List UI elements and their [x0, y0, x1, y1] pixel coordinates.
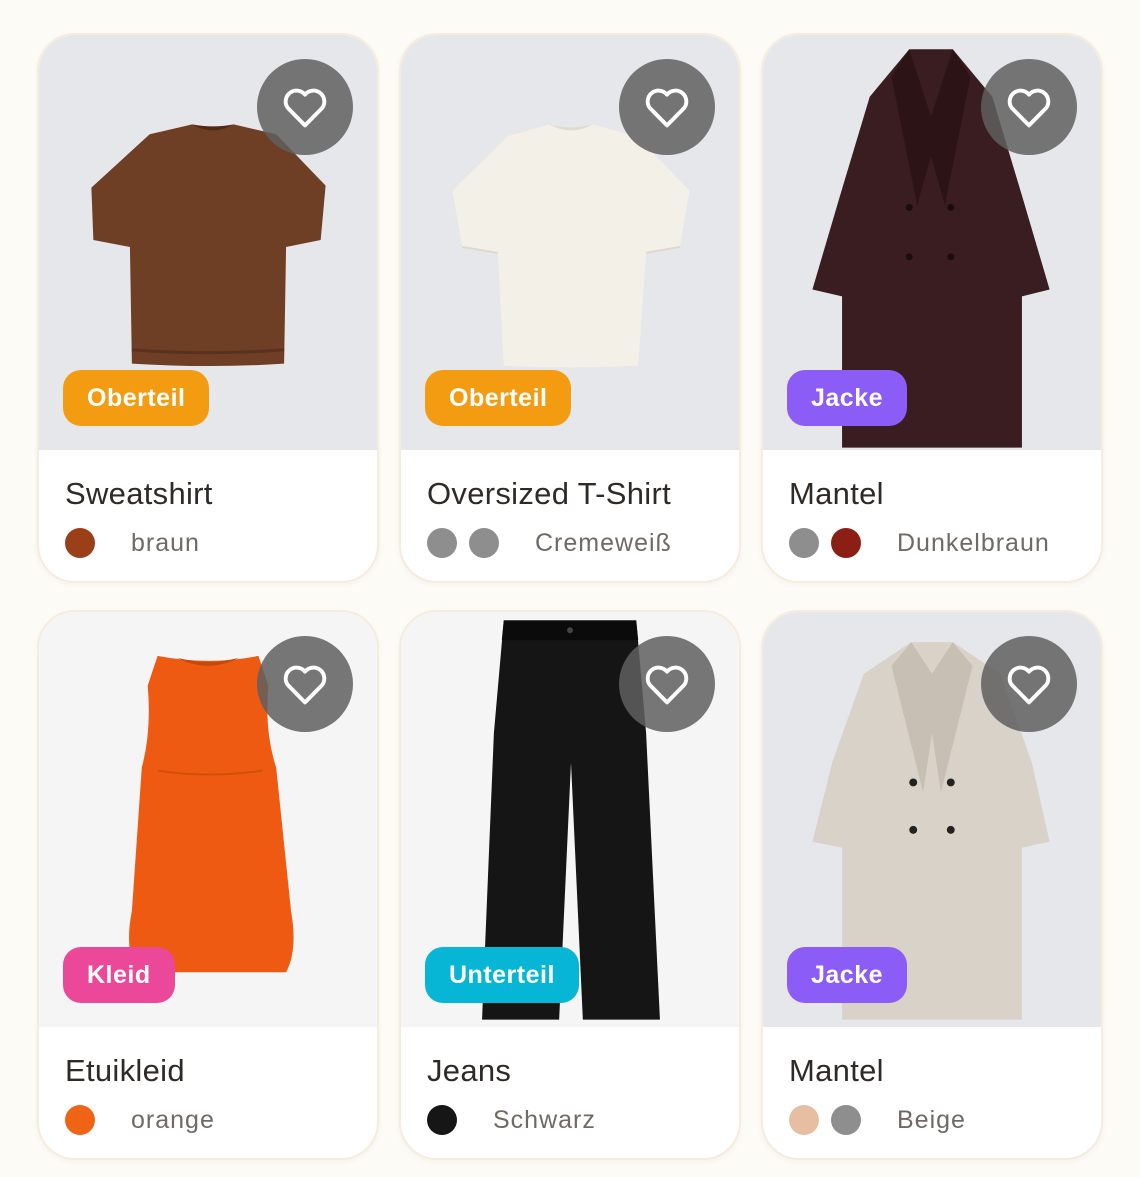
- category-badge: Jacke: [787, 947, 908, 1003]
- item-image: Oberteil: [39, 35, 377, 450]
- category-badge: Oberteil: [425, 370, 572, 426]
- category-badge: Jacke: [787, 370, 908, 426]
- heart-outline-icon: [283, 665, 327, 705]
- heart-outline-icon: [283, 88, 327, 128]
- color-name: orange: [131, 1105, 215, 1134]
- item-card[interactable]: Unterteil Jeans Schwarz: [399, 610, 741, 1160]
- item-image: Oberteil: [401, 35, 739, 450]
- item-card[interactable]: Kleid Etuikleid orange: [37, 610, 379, 1160]
- wardrobe-grid: Oberteil Sweatshirt braun Oberteil Overs…: [37, 33, 1103, 1160]
- color-row: braun: [65, 528, 351, 558]
- color-swatch: [831, 1105, 861, 1135]
- color-name: Cremeweiß: [535, 528, 672, 557]
- color-swatch: [65, 1105, 95, 1135]
- color-name: braun: [131, 528, 200, 557]
- color-swatch: [789, 528, 819, 558]
- color-swatch: [469, 528, 499, 558]
- favorite-button[interactable]: [619, 59, 715, 155]
- heart-outline-icon: [1007, 88, 1051, 128]
- color-swatch: [831, 528, 861, 558]
- heart-outline-icon: [645, 665, 689, 705]
- favorite-button[interactable]: [257, 59, 353, 155]
- category-badge: Unterteil: [425, 947, 579, 1003]
- item-title: Mantel: [789, 476, 884, 511]
- item-title: Oversized T-Shirt: [427, 476, 671, 511]
- color-swatch: [65, 528, 95, 558]
- color-name: Schwarz: [493, 1105, 596, 1134]
- color-swatch: [427, 528, 457, 558]
- item-card[interactable]: Jacke Mantel Beige: [761, 610, 1103, 1160]
- favorite-button[interactable]: [981, 636, 1077, 732]
- item-card[interactable]: Oberteil Oversized T-Shirt Cremeweiß: [399, 33, 741, 583]
- category-badge: Oberteil: [63, 370, 210, 426]
- item-image: Jacke: [763, 612, 1101, 1027]
- color-row: orange: [65, 1105, 351, 1135]
- item-title: Jeans: [427, 1053, 512, 1088]
- heart-outline-icon: [1007, 665, 1051, 705]
- favorite-button[interactable]: [619, 636, 715, 732]
- item-card[interactable]: Jacke Mantel Dunkelbraun: [761, 33, 1103, 583]
- favorite-button[interactable]: [257, 636, 353, 732]
- item-title: Mantel: [789, 1053, 884, 1088]
- item-title: Sweatshirt: [65, 476, 213, 511]
- item-image: Kleid: [39, 612, 377, 1027]
- item-card[interactable]: Oberteil Sweatshirt braun: [37, 33, 379, 583]
- color-swatch: [789, 1105, 819, 1135]
- heart-outline-icon: [645, 88, 689, 128]
- category-badge: Kleid: [63, 947, 175, 1003]
- color-row: Beige: [789, 1105, 1075, 1135]
- color-name: Beige: [897, 1105, 966, 1134]
- favorite-button[interactable]: [981, 59, 1077, 155]
- color-name: Dunkelbraun: [897, 528, 1050, 557]
- item-image: Jacke: [763, 35, 1101, 450]
- item-title: Etuikleid: [65, 1053, 185, 1088]
- color-row: Cremeweiß: [427, 528, 713, 558]
- color-swatch: [427, 1105, 457, 1135]
- color-row: Dunkelbraun: [789, 528, 1075, 558]
- color-row: Schwarz: [427, 1105, 713, 1135]
- item-image: Unterteil: [401, 612, 739, 1027]
